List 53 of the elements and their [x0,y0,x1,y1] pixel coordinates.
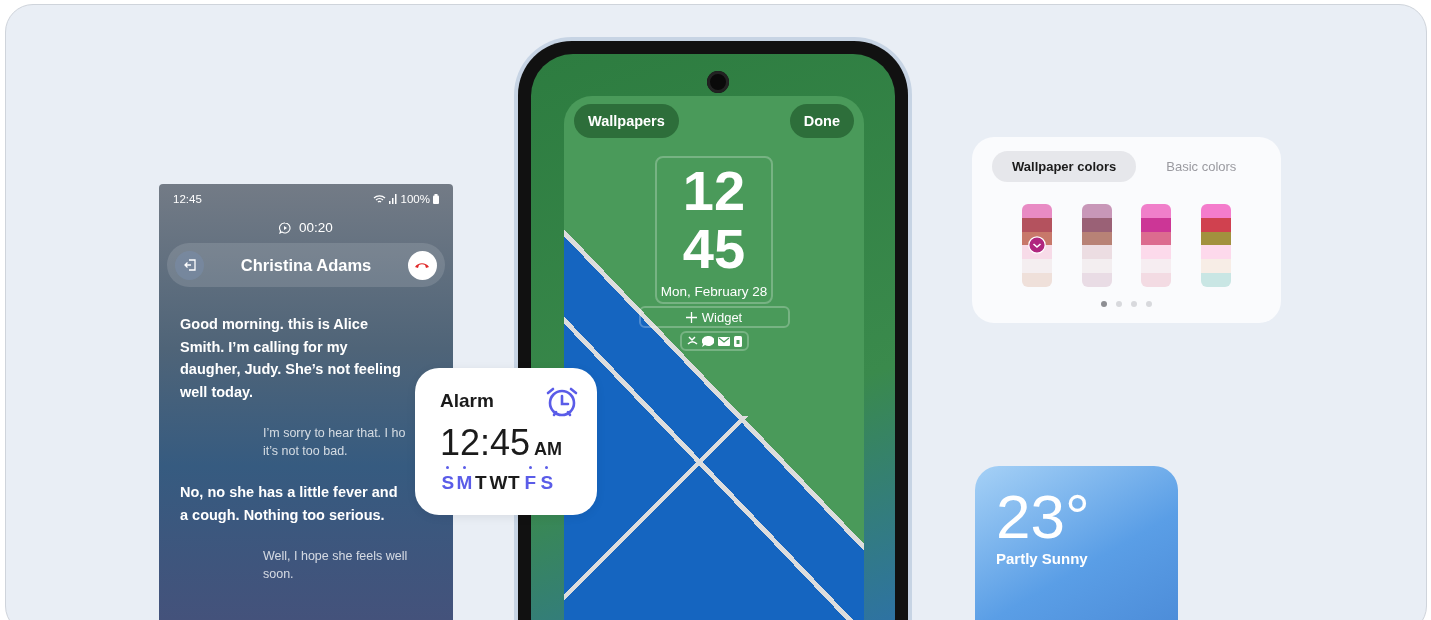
clock-widget[interactable]: 12 45 Mon, February 28 [655,156,773,304]
check-icon [1028,236,1046,254]
plus-icon [685,311,697,323]
alarm-title: Alarm [440,390,494,412]
alarm-period: AM [534,439,563,460]
palette-tab[interactable]: Basic colors [1146,151,1257,182]
exit-icon [182,258,197,272]
clock-hour: 12 [682,162,746,220]
chat-bubble-icon [279,221,292,234]
reply-message: I’m sorry to hear that. I ho it’s not too bad. [263,425,406,460]
mail-icon [717,336,730,346]
sim-card-icon [733,335,742,347]
page-indicator-dot[interactable] [1116,301,1122,307]
page-indicator-dot[interactable] [1101,301,1107,307]
palette-option[interactable] [1022,204,1052,287]
palette-option[interactable] [1200,204,1231,287]
weekday-toggle[interactable]: F [522,466,538,494]
signal-icon [388,194,398,204]
camera-hole [707,71,729,93]
missed-call-icon [686,336,698,346]
battery-icon [433,194,439,204]
lock-date: Mon, February 28 [660,284,768,299]
message-icon [701,335,714,347]
reply-message: Well, I hope she feels well soon. [263,548,408,583]
palette-option[interactable] [1081,204,1112,287]
palette-option[interactable] [1141,204,1172,287]
temperature: 23° [996,484,1091,550]
weekday-toggle[interactable]: S [440,466,456,494]
notification-icons[interactable] [679,331,749,351]
weekday-toggle[interactable]: T [473,466,489,494]
status-time: 12:45 [173,193,202,205]
hang-up-icon [414,261,431,269]
alarm-time: 12:45 [440,422,531,464]
palette-tab[interactable]: Wallpaper colors [992,151,1137,182]
caller-message: No, no she has a little fever and a cough. Nothing too serious. [180,483,398,525]
wallpapers-button[interactable]: Wallpapers [574,104,679,138]
battery-percent: 100% [400,193,430,205]
clock-minute: 45 [682,220,746,278]
page-indicator-dot[interactable] [1131,301,1137,307]
hang-up-button[interactable] [408,250,437,280]
done-button[interactable]: Done [789,104,854,138]
wifi-icon [372,194,386,204]
add-widget-button[interactable]: Widget [638,306,790,328]
weather-condition: Partly Sunny [996,550,1089,567]
alarm-clock-icon [545,386,579,418]
exit-button[interactable] [175,250,204,280]
call-duration: 00:20 [299,220,333,235]
weekday-toggle[interactable]: T [506,466,522,494]
weekday-toggle[interactable]: S [539,466,555,494]
caller-name: Christina Adams [240,255,372,275]
page-indicator-dot[interactable] [1146,301,1152,307]
caller-message: Good morning. this is Alice Smith. I’m calling for my daugher, Judy. She’s not feeling well today. [180,315,401,402]
weekday-toggle[interactable]: M [456,466,472,494]
